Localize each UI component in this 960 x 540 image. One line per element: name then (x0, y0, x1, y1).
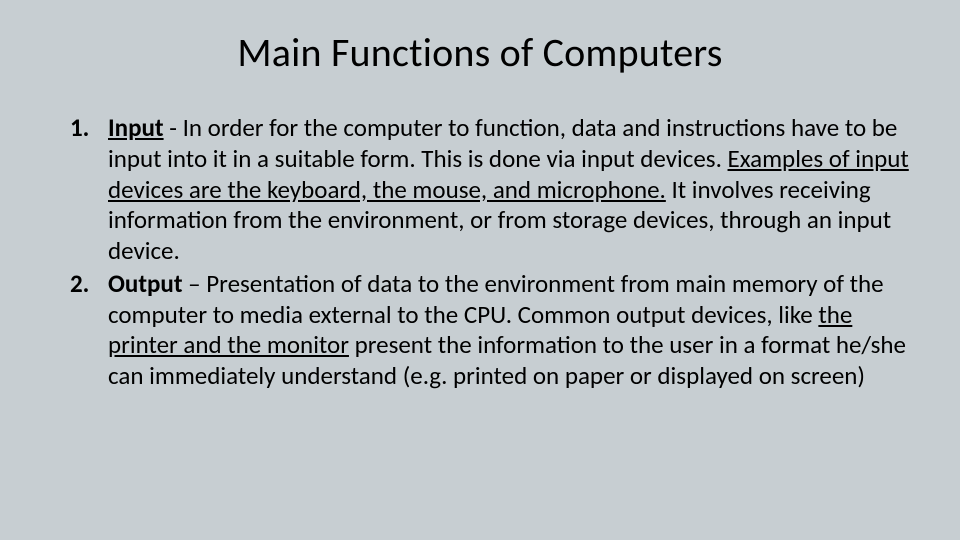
separator: – (183, 268, 207, 299)
term: Input (108, 112, 164, 143)
separator: - (164, 112, 183, 143)
body-text: Presentation of data to the environment … (108, 268, 884, 330)
list-item: Input - In order for the computer to fun… (70, 113, 912, 267)
term: Output (108, 268, 183, 299)
list-item: Output – Presentation of data to the env… (70, 269, 912, 392)
function-list: Input - In order for the computer to fun… (48, 113, 912, 392)
slide-title: Main Functions of Computers (48, 28, 912, 77)
